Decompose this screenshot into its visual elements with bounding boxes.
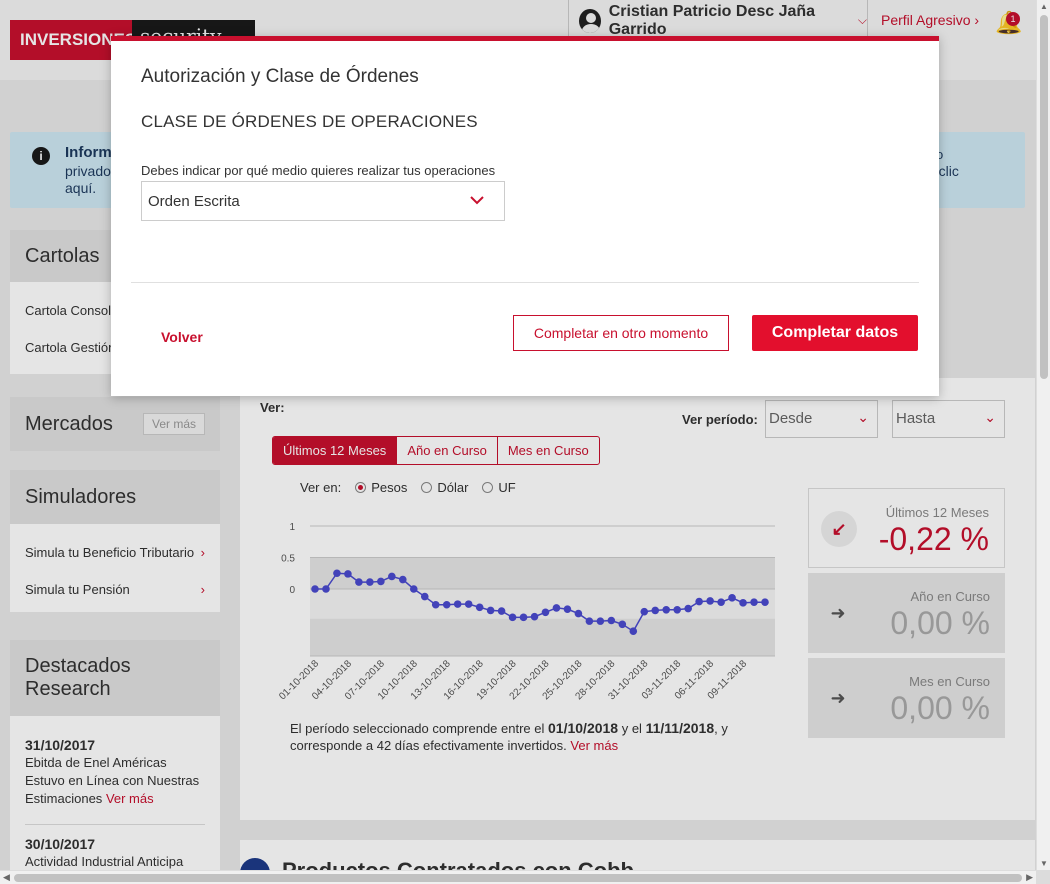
scrollbar-corner — [1036, 870, 1050, 884]
completar-otro-momento-button[interactable]: Completar en otro momento — [513, 315, 729, 351]
chevron-down-icon — [470, 196, 484, 205]
order-medium-select[interactable]: Orden Escrita — [141, 181, 505, 221]
scroll-right-icon[interactable]: ▶ — [1026, 872, 1033, 883]
completar-datos-button[interactable]: Completar datos — [752, 315, 918, 351]
scrollbar-thumb[interactable] — [14, 874, 1022, 882]
scroll-down-icon[interactable]: ▼ — [1040, 859, 1048, 868]
scroll-up-icon[interactable]: ▲ — [1040, 2, 1048, 11]
order-medium-value: Orden Escrita — [148, 193, 240, 210]
order-medium-label: Debes indicar por qué medio quieres real… — [141, 163, 496, 178]
volver-button[interactable]: Volver — [161, 329, 203, 345]
scroll-left-icon[interactable]: ◀ — [3, 872, 10, 883]
modal-subtitle: CLASE DE ÓRDENES DE OPERACIONES — [141, 112, 478, 131]
scrollbar-thumb[interactable] — [1040, 15, 1048, 379]
modal-title: Autorización y Clase de Órdenes — [141, 66, 419, 87]
ordenes-modal: Autorización y Clase de Órdenes CLASE DE… — [111, 36, 939, 396]
modal-divider — [131, 282, 919, 283]
horizontal-scrollbar[interactable]: ◀ ▶ — [0, 870, 1036, 884]
vertical-scrollbar[interactable]: ▲ ▼ — [1036, 0, 1050, 870]
